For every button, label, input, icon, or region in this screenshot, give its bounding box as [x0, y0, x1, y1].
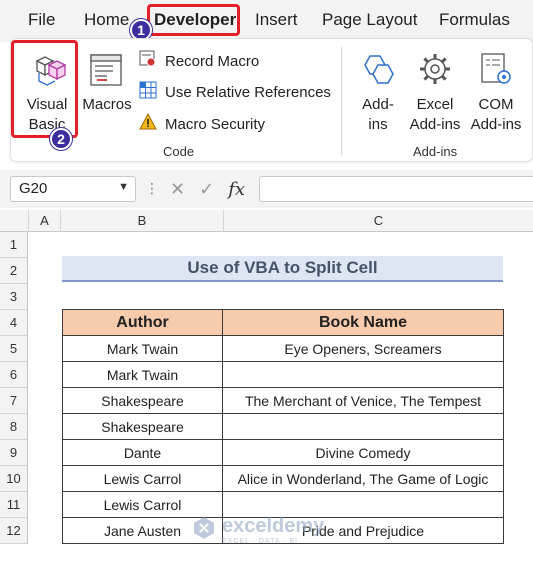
- book-cell[interactable]: [222, 413, 504, 440]
- use-relative-references-label: Use Relative References: [165, 83, 331, 101]
- book-cell[interactable]: Divine Comedy: [222, 439, 504, 466]
- book-cell[interactable]: [222, 361, 504, 388]
- author-cell[interactable]: Mark Twain: [62, 361, 223, 388]
- visual-basic-highlight: [11, 40, 78, 138]
- book-cell[interactable]: Pride and Prejudice: [222, 517, 504, 544]
- com-addins-label-1: COM: [478, 96, 514, 113]
- column-header-c[interactable]: C: [224, 210, 533, 232]
- relative-references-icon: [139, 81, 157, 103]
- author-cell[interactable]: Shakespeare: [62, 413, 223, 440]
- tab-home[interactable]: Home: [84, 10, 129, 30]
- author-cell[interactable]: Dante: [62, 439, 223, 466]
- formula-input[interactable]: [259, 176, 533, 202]
- row-header-2[interactable]: 2: [0, 258, 28, 284]
- worksheet-grid: A B C 1 2 3 4 5 6 7 8 9 10 11 12 Use of …: [0, 210, 533, 564]
- row-header-3[interactable]: 3: [0, 284, 28, 310]
- sheet-title: Use of VBA to Split Cell: [62, 256, 503, 282]
- book-cell[interactable]: The Merchant of Venice, The Tempest: [222, 387, 504, 414]
- addins-button[interactable]: Add- ins: [353, 43, 403, 135]
- macros-icon: [87, 51, 127, 96]
- addins-label-2: ins: [368, 116, 388, 133]
- macro-security-button[interactable]: Macro Security: [139, 112, 266, 135]
- tab-formulas[interactable]: Formulas: [439, 10, 510, 30]
- column-header-b[interactable]: B: [61, 210, 224, 232]
- tab-file[interactable]: File: [28, 10, 55, 30]
- header-author[interactable]: Author: [62, 309, 223, 336]
- insert-function-icon[interactable]: fx: [228, 179, 245, 200]
- table-row: Lewis Carrol: [62, 491, 504, 518]
- excel-addins-button[interactable]: Excel Add-ins: [407, 43, 463, 135]
- formula-bar: G20 ▼ ⋮ ✕ ✓ fx: [0, 170, 533, 208]
- author-cell[interactable]: Lewis Carrol: [62, 465, 223, 492]
- code-group-label: Code: [163, 144, 195, 159]
- row-header-9[interactable]: 9: [0, 440, 28, 466]
- book-cell[interactable]: Alice in Wonderland, The Game of Logic: [222, 465, 504, 492]
- author-cell[interactable]: Shakespeare: [62, 387, 223, 414]
- author-cell[interactable]: Lewis Carrol: [62, 491, 223, 518]
- enter-icon[interactable]: ✓: [199, 179, 214, 200]
- author-cell[interactable]: Jane Austen: [62, 517, 223, 544]
- book-cell[interactable]: Eye Openers, Screamers: [222, 335, 504, 362]
- record-macro-label: Record Macro: [165, 52, 260, 70]
- select-all-corner[interactable]: [0, 210, 29, 232]
- com-addins-label-2: Add-ins: [470, 116, 522, 133]
- warning-icon: [139, 112, 157, 135]
- ribbon-tab-bar: File Home Developer Insert Page Layout F…: [0, 0, 533, 42]
- record-macro-button[interactable]: Record Macro: [139, 50, 259, 72]
- group-separator: [341, 47, 342, 155]
- use-relative-references-button[interactable]: Use Relative References: [139, 81, 331, 103]
- header-book-name[interactable]: Book Name: [222, 309, 504, 336]
- more-options-icon[interactable]: ⋮: [145, 180, 159, 197]
- formula-controls: ✕ ✓ fx: [160, 176, 254, 202]
- tab-page-layout[interactable]: Page Layout: [322, 10, 417, 30]
- chevron-down-icon[interactable]: ▼: [118, 181, 129, 193]
- gear-icon: [417, 51, 453, 92]
- row-header-1[interactable]: 1: [0, 232, 28, 258]
- row-header-10[interactable]: 10: [0, 466, 28, 492]
- name-box[interactable]: G20 ▼: [10, 176, 136, 202]
- table-header-row: Author Book Name: [62, 309, 504, 336]
- tab-insert[interactable]: Insert: [255, 10, 298, 30]
- row-header-7[interactable]: 7: [0, 388, 28, 414]
- table-row: Shakespeare: [62, 413, 504, 440]
- addins-group-label: Add-ins: [413, 144, 458, 159]
- table-row: Dante Divine Comedy: [62, 439, 504, 466]
- com-addins-icon: [478, 51, 514, 92]
- row-header-4[interactable]: 4: [0, 310, 28, 336]
- name-box-value: G20: [19, 180, 48, 197]
- developer-ribbon: Visual Basic Macros Record Macro Use Rel…: [10, 38, 533, 162]
- table-row: Shakespeare The Merchant of Venice, The …: [62, 387, 504, 414]
- row-header-5[interactable]: 5: [0, 336, 28, 362]
- author-cell[interactable]: Mark Twain: [62, 335, 223, 362]
- com-addins-button[interactable]: COM Add-ins: [466, 43, 526, 135]
- developer-tab-highlight: [147, 4, 240, 36]
- row-header-6[interactable]: 6: [0, 362, 28, 388]
- macros-label: Macros: [82, 96, 132, 113]
- author-book-table: Author Book Name Mark Twain Eye Openers,…: [62, 309, 504, 544]
- record-macro-icon: [139, 50, 157, 72]
- macros-button[interactable]: Macros: [81, 43, 133, 135]
- addins-label-1: Add-: [362, 96, 394, 113]
- table-row: Jane Austen Pride and Prejudice: [62, 517, 504, 544]
- excel-addins-label-1: Excel: [416, 96, 454, 113]
- addins-hexagon-icon: [360, 53, 396, 92]
- table-row: Mark Twain: [62, 361, 504, 388]
- step-badge-2: 2: [50, 128, 72, 150]
- row-header-11[interactable]: 11: [0, 492, 28, 518]
- table-row: Mark Twain Eye Openers, Screamers: [62, 335, 504, 362]
- row-header-12[interactable]: 12: [0, 518, 28, 544]
- table-row: Lewis Carrol Alice in Wonderland, The Ga…: [62, 465, 504, 492]
- macro-security-label: Macro Security: [165, 115, 266, 133]
- cancel-icon[interactable]: ✕: [170, 179, 185, 200]
- book-cell[interactable]: [222, 491, 504, 518]
- excel-addins-label-2: Add-ins: [409, 116, 461, 133]
- row-header-8[interactable]: 8: [0, 414, 28, 440]
- column-header-a[interactable]: A: [29, 210, 61, 232]
